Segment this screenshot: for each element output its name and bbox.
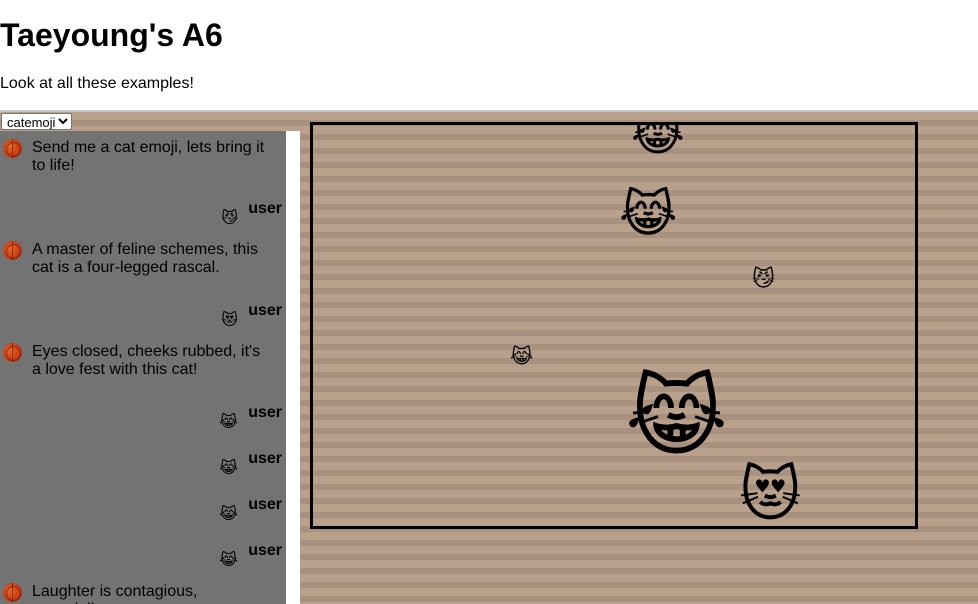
joy-cat-icon: 😹 xyxy=(219,506,238,523)
joy-cat-icon[interactable]: 😹 xyxy=(625,373,728,461)
user-message: user 😹 xyxy=(202,496,282,536)
user-name: user xyxy=(248,542,282,559)
user-name: user xyxy=(248,302,282,319)
heart-eyes-cat-icon: 😻 xyxy=(221,312,238,329)
bot-message-text: Laughter is contagious, especially xyxy=(32,583,198,604)
smirk-cat-icon: 😼 xyxy=(221,210,238,227)
joy-cat-icon: 😹 xyxy=(219,460,238,477)
joy-cat-icon: 😹 xyxy=(219,552,238,569)
basketball-icon xyxy=(3,583,22,602)
bot-message: Eyes closed, cheeks rubbed, it's a love … xyxy=(0,343,286,383)
bot-message-text: A master of feline schemes, this cat is … xyxy=(32,241,258,276)
user-message: user 😼 xyxy=(202,200,282,240)
user-name: user xyxy=(248,200,282,217)
bot-message: Laughter is contagious, especially xyxy=(0,583,286,604)
cat-stage[interactable]: 😹 😹 😼 😹 😹 😻 xyxy=(310,122,918,529)
workspace: catemoji Send me a cat emoji, lets bring… xyxy=(0,112,978,604)
bot-message-text: Send me a cat emoji, lets bring it to li… xyxy=(32,139,265,174)
joy-cat-icon: 😹 xyxy=(219,414,238,431)
bot-message-text: Eyes closed, cheeks rubbed, it's a love … xyxy=(32,343,261,378)
user-message: user 😻 xyxy=(202,302,282,342)
basketball-icon xyxy=(3,241,22,260)
user-name: user xyxy=(248,450,282,467)
selector-bar: catemoji xyxy=(0,112,300,131)
joy-cat-icon[interactable]: 😹 xyxy=(631,125,685,157)
user-message: user 😹 xyxy=(202,542,282,582)
basketball-icon xyxy=(3,343,22,362)
joy-cat-icon[interactable]: 😹 xyxy=(510,346,533,366)
user-name: user xyxy=(248,404,282,421)
chat-panel[interactable]: Send me a cat emoji, lets bring it to li… xyxy=(0,131,286,604)
user-message: user 😹 xyxy=(202,404,282,444)
page-title: Taeyoung's A6 xyxy=(0,17,223,53)
chat-scrollbar[interactable] xyxy=(286,131,300,604)
bot-message: A master of feline schemes, this cat is … xyxy=(0,241,286,281)
basketball-icon xyxy=(3,139,22,158)
user-message: user 😹 xyxy=(202,450,282,490)
bot-message: Send me a cat emoji, lets bring it to li… xyxy=(0,139,286,179)
joy-cat-icon[interactable]: 😹 xyxy=(619,189,677,239)
smirk-cat-icon[interactable]: 😼 xyxy=(752,269,775,291)
user-name: user xyxy=(248,496,282,513)
example-select[interactable]: catemoji xyxy=(1,113,72,130)
page-subtitle: Look at all these examples! xyxy=(0,75,194,92)
heart-eyes-cat-icon[interactable]: 😻 xyxy=(739,465,802,525)
